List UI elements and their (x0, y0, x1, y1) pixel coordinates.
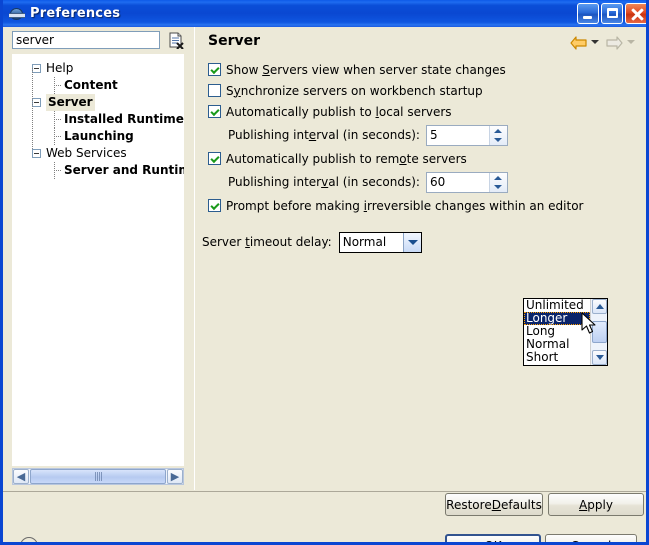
checkbox-autopublish-remote[interactable] (208, 152, 221, 165)
checkbox-row-prompt-irreversible[interactable]: Prompt before making irreversible change… (195, 195, 646, 216)
checkbox-row-autopublish-remote[interactable]: Automatically publish to remote servers (195, 148, 646, 169)
checkbox-row-autopublish-local[interactable]: Automatically publish to local servers (195, 101, 646, 122)
label-prompt-irreversible: Prompt before making irreversible change… (226, 198, 584, 213)
preferences-tree-pane: Help Content ServerInstalled Runtimes Launc… (7, 30, 188, 490)
maximize-button[interactable] (601, 3, 623, 24)
label-synchronize-servers: Synchronize servers on workbench startup (226, 83, 483, 98)
title-bar: Preferences (3, 0, 646, 27)
checkbox-synchronize-servers[interactable] (208, 84, 221, 97)
dropdown-scroll-down-icon[interactable] (591, 350, 607, 365)
tree-item-label: Web Services (46, 146, 127, 160)
tree-item-content[interactable]: Content (16, 77, 184, 94)
combo-selected-value: Normal (342, 235, 387, 249)
cancel-button[interactable]: Cancel (545, 534, 637, 542)
local-publishing-interval-row: Publishing interval (in seconds): 5 (195, 122, 646, 148)
server-timeout-delay-row: Server timeout delay: Normal (195, 230, 646, 254)
restore-defaults-button[interactable]: Restore Defaults (445, 493, 543, 516)
combo-chevron-down-icon[interactable] (402, 232, 421, 252)
checkbox-prompt-irreversible[interactable] (208, 199, 221, 212)
label-autopublish-remote: Automatically publish to remote servers (226, 151, 467, 166)
spinner-remote-publishing-interval[interactable]: 60 (425, 171, 508, 193)
clear-filter-icon[interactable] (168, 32, 184, 50)
window-controls (577, 3, 646, 24)
page-header: Server (195, 27, 646, 57)
tree-item-server-and-runtime[interactable]: Server and Runtime (16, 162, 184, 179)
tree-item-installed-runtimes[interactable]: Installed Runtimes (16, 111, 184, 128)
page-content: Show Servers view when server state chan… (195, 59, 646, 254)
label-remote-publishing-interval: Publishing interval (in seconds): (228, 175, 420, 189)
spinner-remote-down-icon[interactable] (490, 182, 507, 192)
checkbox-row-show-servers-view[interactable]: Show Servers view when server state chan… (195, 59, 646, 80)
spinner-remote-value[interactable]: 60 (427, 173, 489, 192)
tree-item-label: Server (46, 94, 95, 111)
checkbox-autopublish-local[interactable] (208, 105, 221, 118)
tree-item-label: Help (46, 61, 74, 75)
tree-collapse-icon[interactable] (32, 149, 41, 158)
label-local-publishing-interval: Publishing interval (in seconds): (228, 128, 420, 142)
combo-server-timeout-delay[interactable]: Normal (338, 231, 422, 253)
label-show-servers-view: Show Servers view when server state chan… (226, 62, 506, 77)
tree-item-label: Content (64, 78, 118, 92)
window-title: Preferences (30, 6, 121, 21)
remote-publishing-interval-row: Publishing interval (in seconds): 60 (195, 169, 646, 195)
forward-history-chevron-down-icon (627, 40, 635, 44)
tree-horizontal-scrollbar[interactable]: ◀ ▶ (12, 468, 184, 485)
dropdown-option-unlimited[interactable]: Unlimited (524, 299, 590, 312)
preferences-tree[interactable]: Help Content Server Installed Runtimes Launc… (12, 54, 184, 466)
scroll-thumb[interactable] (30, 469, 166, 484)
apply-button[interactable]: Apply (548, 493, 644, 516)
dropdown-option-short[interactable]: Short (524, 351, 590, 364)
navigation-arrows (570, 35, 639, 50)
tree-item-label: Server and Runtime (64, 163, 184, 177)
forward-arrow-icon (606, 35, 623, 50)
tree-collapse-icon[interactable] (32, 98, 41, 107)
ok-button[interactable]: OK (445, 534, 541, 542)
tree-item-server[interactable]: Server (16, 94, 184, 111)
spinner-remote-up-icon[interactable] (490, 173, 507, 183)
spinner-local-value[interactable]: 5 (427, 126, 489, 145)
spinner-local-publishing-interval[interactable]: 5 (425, 124, 508, 146)
back-history-chevron-down-icon[interactable] (591, 40, 599, 44)
preferences-page-pane: Server Show Servers view when server sta… (194, 27, 646, 490)
spinner-local-down-icon[interactable] (490, 135, 507, 145)
filter-row (7, 30, 188, 52)
mouse-cursor (581, 312, 601, 342)
back-arrow-icon[interactable] (570, 35, 587, 50)
label-autopublish-local: Automatically publish to local servers (226, 104, 452, 119)
tree-item-launching[interactable]: Launching (16, 128, 184, 145)
tree-item-label: Launching (64, 129, 134, 143)
filter-input[interactable] (12, 31, 160, 49)
page-title: Server (208, 33, 261, 49)
minimize-button[interactable] (577, 3, 599, 24)
close-button[interactable] (625, 3, 646, 24)
tree-collapse-icon[interactable] (32, 64, 41, 73)
globe-icon (9, 6, 25, 22)
label-server-timeout-delay: Server timeout delay: (202, 235, 332, 249)
scroll-right-icon[interactable]: ▶ (167, 469, 183, 484)
tree-item-web-services[interactable]: Web Services (16, 145, 184, 162)
checkbox-show-servers-view[interactable] (208, 63, 221, 76)
dialog-body: HelpContentServerInstalled RuntimesLaunc… (3, 27, 646, 542)
tree-item-help[interactable]: Help (16, 60, 184, 77)
tree-item-label: Installed Runtimes (64, 112, 184, 126)
scroll-left-icon[interactable]: ◀ (13, 469, 29, 484)
preferences-dialog: Preferences server Help Content Server I… (0, 0, 649, 545)
spinner-local-up-icon[interactable] (490, 126, 507, 136)
tree-connector-line (32, 68, 33, 149)
checkbox-row-synchronize-servers[interactable]: Synchronize servers on workbench startup (195, 80, 646, 101)
